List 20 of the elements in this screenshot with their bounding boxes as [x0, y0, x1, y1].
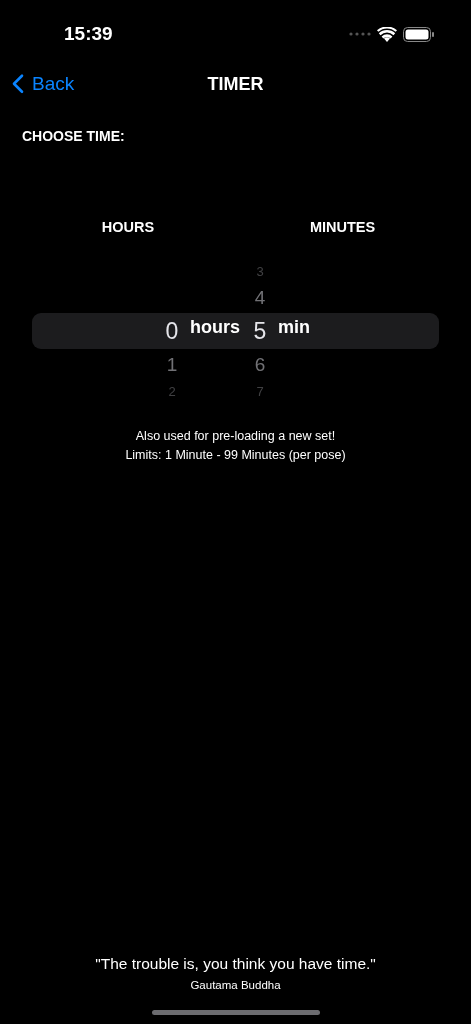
picker-value[interactable]: 6 [248, 350, 272, 379]
back-button[interactable]: Back [12, 69, 75, 99]
quote-author: Gautama Buddha [189, 977, 282, 993]
column-heading: MINUTES [309, 219, 376, 235]
status-time: 15:39 [64, 21, 113, 46]
chevron-left-icon [12, 74, 24, 94]
unit-label: min [277, 315, 310, 339]
note-text: Also used for pre-loading a new set! [134, 427, 337, 445]
picker-value[interactable]: 4 [248, 283, 272, 312]
picker-value[interactable]: 1 [160, 350, 184, 379]
signal-icon [349, 32, 371, 36]
quote-text: "The trouble is, you think you have time." [94, 953, 377, 974]
wifi-icon [377, 26, 397, 42]
picker-value[interactable]: 0 [160, 313, 184, 348]
screen-title: TIMER [207, 72, 264, 96]
note-text: Limits: 1 Minute - 99 Minutes (per pose) [124, 446, 347, 464]
battery-icon [403, 26, 435, 42]
column-heading: HOURS [101, 219, 155, 235]
section-label: CHOOSE TIME: [21, 127, 126, 146]
picker-value[interactable]: 5 [248, 313, 272, 348]
